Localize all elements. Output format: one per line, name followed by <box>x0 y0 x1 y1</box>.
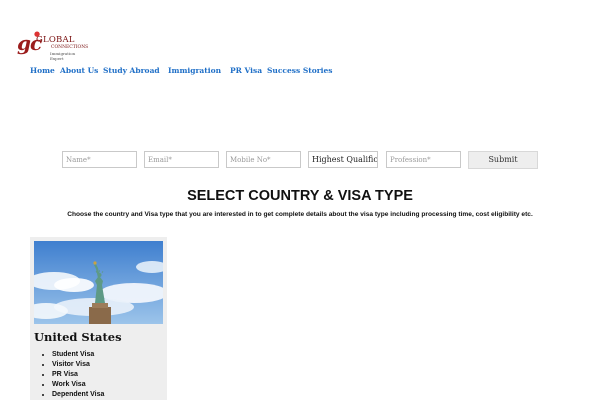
statue-of-liberty-image[interactable] <box>34 241 163 324</box>
qualification-select[interactable]: Highest Qualifica <box>308 151 378 168</box>
nav-pr-visa[interactable]: PR Visa <box>230 66 262 75</box>
visa-link-dependent[interactable]: Dependent Visa <box>42 390 104 400</box>
submit-button[interactable]: Submit <box>468 151 538 169</box>
nav-immigration[interactable]: Immigration <box>168 66 221 75</box>
section-title: SELECT COUNTRY & VISA TYPE <box>187 188 413 204</box>
email-input[interactable]: Email* <box>144 151 219 168</box>
profession-input[interactable]: Profession* <box>386 151 461 168</box>
visa-type-list: Student Visa Visitor Visa PR Visa Work V… <box>42 350 104 400</box>
logo-tagline: Immigration Expert <box>50 51 76 61</box>
visa-link-visitor[interactable]: Visitor Visa <box>42 360 104 370</box>
logo-subname: CONNECTIONS <box>51 45 89 50</box>
site-logo[interactable]: gc ● GLOBAL CONNECTIONS Immigration Expe… <box>17 30 88 61</box>
nav-home[interactable]: Home <box>30 66 55 75</box>
mobile-input[interactable]: Mobile No* <box>226 151 301 168</box>
country-name[interactable]: United States <box>34 330 122 344</box>
nav-study-abroad[interactable]: Study Abroad <box>103 66 160 75</box>
nav-about-us[interactable]: About Us <box>60 66 98 75</box>
section-subtitle: Choose the country and Visa type that yo… <box>67 211 533 218</box>
visa-link-pr[interactable]: PR Visa <box>42 370 104 380</box>
country-card[interactable]: United States Student Visa Visitor Visa … <box>30 237 167 400</box>
logo-name: GLOBAL <box>36 35 75 45</box>
visa-link-work[interactable]: Work Visa <box>42 380 104 390</box>
nav-success-stories[interactable]: Success Stories <box>267 66 333 75</box>
visa-link-student[interactable]: Student Visa <box>42 350 104 360</box>
name-input[interactable]: Name* <box>62 151 137 168</box>
